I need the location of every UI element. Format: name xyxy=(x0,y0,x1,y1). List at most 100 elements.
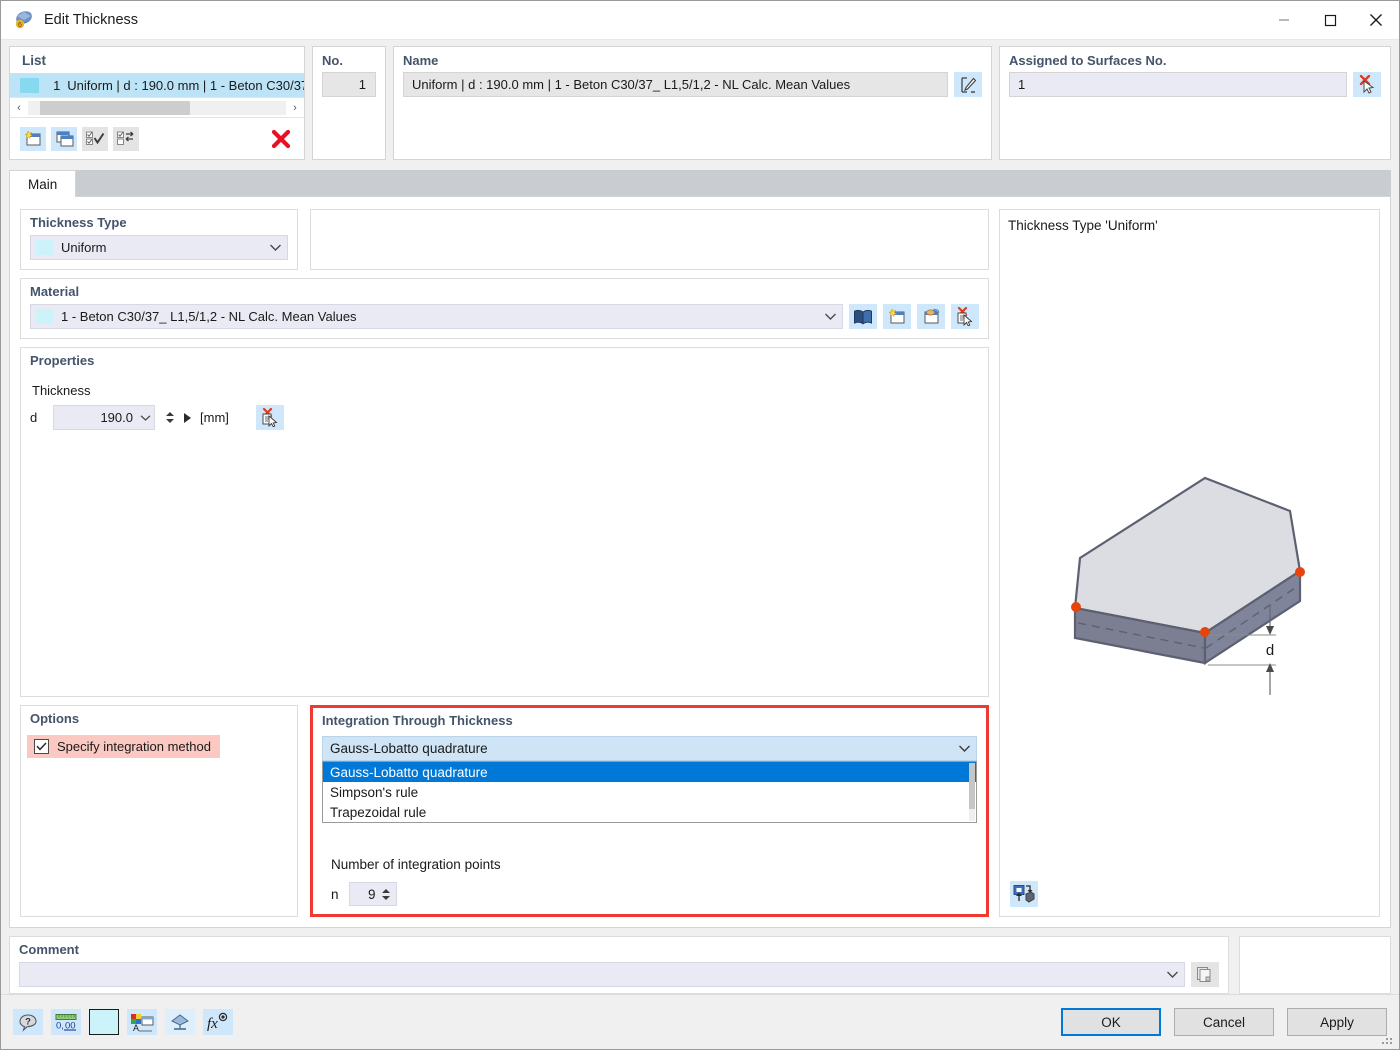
delete-item-button[interactable] xyxy=(268,127,294,151)
n-stepper[interactable] xyxy=(381,888,392,900)
new-window-star-icon[interactable] xyxy=(883,304,911,329)
specify-integration-method-checkbox[interactable] xyxy=(34,739,49,754)
window-title: Edit Thickness xyxy=(44,12,139,28)
thickness-type-select[interactable]: Uniform xyxy=(30,235,288,260)
thickness-type-group: Thickness Type Uniform xyxy=(20,209,298,270)
thickness-apply-arrow-icon[interactable] xyxy=(184,412,191,423)
comment-group: Comment xyxy=(9,936,1229,994)
preview-title: Thickness Type 'Uniform' xyxy=(1008,218,1158,233)
tab-filler xyxy=(76,170,1391,197)
edit-material-icon[interactable] xyxy=(917,304,945,329)
thickness-input[interactable]: 190.0 xyxy=(53,405,155,430)
comment-side-panel xyxy=(1239,936,1391,994)
no-input[interactable]: 1 xyxy=(322,72,376,97)
chevron-down-icon[interactable] xyxy=(818,312,842,321)
edit-thickness-window: 6 Edit Thickness List 1 Uniform | d: 19… xyxy=(0,0,1400,1050)
integration-method-value: Gauss-Lobatto quadrature xyxy=(330,741,488,756)
deselect-cursor-icon[interactable] xyxy=(1353,72,1381,97)
list-item-number: 1 xyxy=(53,78,61,93)
dropdown-option-gauss-lobatto[interactable]: Gauss-Lobatto quadrature xyxy=(323,762,976,782)
no-label: No. xyxy=(322,53,343,68)
maximize-icon[interactable] xyxy=(1307,1,1353,40)
main-right-column: Thickness Type 'Uniform' d xyxy=(999,209,1380,917)
assigned-label: Assigned to Surfaces No. xyxy=(1009,53,1167,68)
help-balloon-icon[interactable]: ? xyxy=(13,1009,43,1035)
comment-row: Comment xyxy=(9,936,1391,994)
thickness-stepper[interactable] xyxy=(164,412,175,423)
new-item-button[interactable] xyxy=(20,126,46,151)
name-input[interactable]: Uniform | d : 190.0 mm | 1 - Beton C30/3… xyxy=(403,72,948,97)
scroll-thumb[interactable] xyxy=(40,100,190,115)
window-controls xyxy=(1261,1,1399,40)
thickness-input-row: d 190.0 [mm] xyxy=(30,405,979,430)
dropdown-option-simpsons-rule[interactable]: Simpson's rule xyxy=(323,782,976,802)
number-of-integration-points-label: Number of integration points xyxy=(331,857,501,872)
chevron-down-icon[interactable] xyxy=(952,744,976,753)
dropdown-option-trapezoidal-rule[interactable]: Trapezoidal rule xyxy=(323,802,976,822)
scroll-track[interactable] xyxy=(28,100,286,115)
svg-text:A: A xyxy=(133,1023,139,1032)
specify-integration-method-checkbox-row[interactable]: Specify integration method xyxy=(27,735,220,758)
assigned-input[interactable]: 1 xyxy=(1009,72,1347,97)
cancel-button[interactable]: Cancel xyxy=(1174,1008,1274,1036)
node-point xyxy=(1071,602,1081,612)
color-text-icon[interactable]: A xyxy=(127,1009,157,1035)
ok-button[interactable]: OK xyxy=(1061,1008,1161,1036)
copy-item-button[interactable] xyxy=(51,126,77,151)
dimension-label-d: d xyxy=(1266,642,1274,659)
assigned-panel: Assigned to Surfaces No. 1 xyxy=(999,46,1391,160)
toggle-render-icon[interactable] xyxy=(1010,881,1038,907)
list-horizontal-scrollbar[interactable]: ‹ › xyxy=(10,97,304,117)
thickness-type-row: Thickness Type Uniform xyxy=(20,209,989,270)
svg-text:fx: fx xyxy=(207,1016,218,1032)
material-select[interactable]: 1 - Beton C30/37_ L1,5/1,2 - NL Calc. Me… xyxy=(30,304,843,329)
copy-pages-icon[interactable] xyxy=(1191,962,1219,987)
node-point xyxy=(1295,567,1305,577)
n-input-row: n 9 xyxy=(313,882,986,906)
integration-method-selected-value-row[interactable]: Gauss-Lobatto quadrature xyxy=(322,736,977,761)
resize-grip[interactable] xyxy=(1382,1034,1394,1046)
chevron-down-icon[interactable] xyxy=(137,414,154,422)
n-input[interactable]: 9 xyxy=(348,882,397,906)
footer-tools: ? 0, 00 A fx xyxy=(13,1009,233,1035)
main-left-column: Thickness Type Uniform Material 1 - Beto… xyxy=(20,209,989,917)
thickness-type-color-swatch xyxy=(36,240,53,255)
select-all-button[interactable] xyxy=(82,126,108,151)
integration-method-combobox[interactable]: Gauss-Lobatto quadrature Gauss-Lobatto q… xyxy=(322,736,977,823)
dropdown-scrollbar[interactable] xyxy=(969,763,975,821)
invert-selection-button[interactable] xyxy=(113,126,139,151)
n-value: 9 xyxy=(368,886,376,902)
chevron-down-icon[interactable] xyxy=(1160,970,1184,979)
bottom-groups-row: Options Specify integration method Integ… xyxy=(20,705,989,917)
scroll-right-icon[interactable]: › xyxy=(286,102,304,114)
tab-pane-main: Thickness Type Uniform Material 1 - Beto… xyxy=(9,197,1391,928)
apply-button[interactable]: Apply xyxy=(1287,1008,1387,1036)
pick-from-model-icon[interactable] xyxy=(951,304,979,329)
properties-group: Properties Thickness d 190.0 [mm] xyxy=(20,347,989,697)
comment-input[interactable] xyxy=(19,962,1185,987)
list-toolbar xyxy=(10,117,304,159)
color-swatch-icon[interactable] xyxy=(89,1009,119,1035)
decimal-ruler-icon[interactable]: 0, 00 xyxy=(51,1009,81,1035)
thickness-value: 190.0 xyxy=(100,410,133,425)
scroll-left-icon[interactable]: ‹ xyxy=(10,102,28,114)
preview-toolbar xyxy=(1000,872,1379,916)
fx-icon[interactable]: fx xyxy=(203,1009,233,1035)
minimize-icon[interactable] xyxy=(1261,1,1307,40)
thickness-app-icon: 6 xyxy=(13,9,35,31)
footer-buttons: OK Cancel Apply xyxy=(1061,1008,1387,1036)
comment-title: Comment xyxy=(19,942,79,957)
tab-main[interactable]: Main xyxy=(9,170,77,197)
name-label: Name xyxy=(403,53,439,68)
pick-from-model-icon[interactable] xyxy=(255,405,284,430)
rename-pencil-icon[interactable] xyxy=(954,72,982,97)
material-color-swatch xyxy=(36,309,53,324)
book-icon[interactable] xyxy=(849,304,877,329)
close-icon[interactable] xyxy=(1353,1,1399,40)
svg-text:?: ? xyxy=(25,1016,31,1027)
list-item[interactable]: 1 Uniform | d : 190.0 mm | 1 - Beton C30… xyxy=(10,74,304,97)
integration-method-dropdown-list[interactable]: Gauss-Lobatto quadrature Simpson's rule … xyxy=(322,761,977,823)
chevron-down-icon[interactable] xyxy=(263,243,287,252)
render-view-icon[interactable] xyxy=(165,1009,195,1035)
preview-canvas[interactable]: d d xyxy=(1000,233,1379,872)
